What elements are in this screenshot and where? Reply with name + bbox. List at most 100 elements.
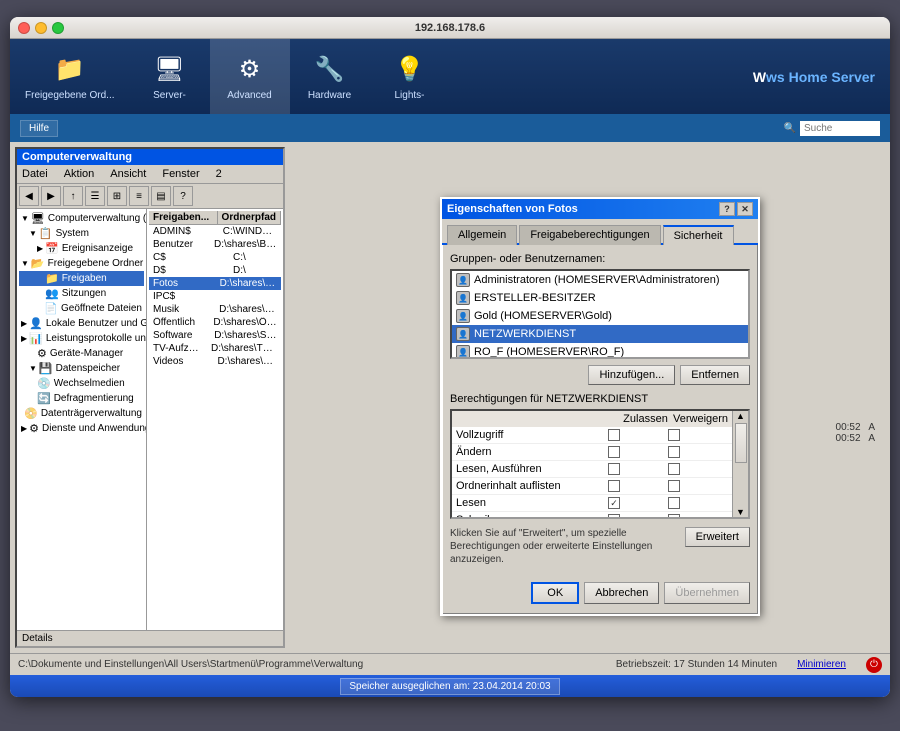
perm-aendern-deny[interactable] bbox=[668, 446, 680, 458]
tree-item-system[interactable]: ▼📋System bbox=[19, 226, 144, 241]
perm-lesen-aus-deny[interactable] bbox=[668, 463, 680, 475]
tree-item-datenspeicher[interactable]: ▼💾Datenspeicher bbox=[19, 361, 144, 376]
mac-minimize-button[interactable] bbox=[35, 22, 47, 34]
user-name-admin: Administratoren (HOMESERVER\Administrato… bbox=[474, 274, 720, 286]
tree-item-freigaben[interactable]: 📁Freigaben bbox=[19, 271, 144, 286]
tab-allgemein[interactable]: Allgemein bbox=[447, 225, 517, 245]
toolbar-back[interactable]: ◀ bbox=[19, 186, 39, 206]
tree-item-defrag[interactable]: 🔄Defragmentierung bbox=[19, 391, 144, 406]
user-item-ersteller[interactable]: 👤 ERSTELLER-BESITZER bbox=[452, 289, 748, 307]
tree-item-leistung[interactable]: ▶📊Leistungsprotokolle und War bbox=[19, 331, 144, 346]
list-row-videos[interactable]: VideosD:\shares\Videos bbox=[149, 355, 281, 368]
user-name-netzwerk: NETZWERKDIENST bbox=[474, 328, 576, 340]
tree-item-benutzer[interactable]: ▶👤Lokale Benutzer und Gruppe bbox=[19, 316, 144, 331]
list-row-oeffentlich[interactable]: ÖffentlichD:\shares\Öffentlich bbox=[149, 316, 281, 329]
user-item-admin[interactable]: 👤 Administratoren (HOMESERVER\Administra… bbox=[452, 271, 748, 289]
list-row-benutzer[interactable]: BenutzerD:\shares\Benutzer bbox=[149, 238, 281, 251]
tree-item-wechsel[interactable]: 💿Wechselmedien bbox=[19, 376, 144, 391]
add-user-button[interactable]: Hinzufügen... bbox=[588, 365, 675, 385]
tab-sicherheit[interactable]: Sicherheit bbox=[663, 225, 734, 245]
tree-item-ereignis[interactable]: ▶📅Ereignisanzeige bbox=[19, 241, 144, 256]
toolbar-item-freigaben[interactable]: 📁 Freigegebene Ord... bbox=[10, 39, 130, 114]
toolbar-item-advanced[interactable]: ⚙ Advanced bbox=[210, 39, 290, 114]
menu-datei[interactable]: Datei bbox=[19, 167, 51, 181]
perm-name-vollzugriff: Vollzugriff bbox=[456, 429, 608, 441]
taskbar-item[interactable]: Speicher ausgeglichen am: 23.04.2014 20:… bbox=[340, 678, 559, 695]
perm-lesen-allow[interactable] bbox=[608, 497, 620, 509]
tree-item-root[interactable]: ▼🖥Computerverwaltung (Lokal) bbox=[19, 211, 144, 226]
menu-aktion[interactable]: Aktion bbox=[61, 167, 98, 181]
perm-schreiben-deny[interactable] bbox=[668, 514, 680, 517]
header-freigaben[interactable]: Freigaben... bbox=[149, 211, 218, 224]
perm-ordner-allow[interactable] bbox=[608, 480, 620, 492]
list-row-d[interactable]: D$D:\ bbox=[149, 264, 281, 277]
toolbar-view4[interactable]: ▤ bbox=[151, 186, 171, 206]
tree-item-freigabe-ordner[interactable]: ▼📂Freigegebene Ordner bbox=[19, 256, 144, 271]
tree-item-geraete[interactable]: ⚙Geräte-Manager bbox=[19, 346, 144, 361]
list-row-ipc[interactable]: IPC$ bbox=[149, 290, 281, 303]
toolbar-item-hardware[interactable]: 🔧 Hardware bbox=[290, 39, 370, 114]
perm-aendern-allow[interactable] bbox=[608, 446, 620, 458]
cm-tree[interactable]: ▼🖥Computerverwaltung (Lokal) ▼📋System ▶📅… bbox=[17, 209, 147, 630]
whs-logo: Wws Home Server bbox=[753, 39, 890, 114]
tree-item-datentraeger[interactable]: 📀Datenträgerverwaltung bbox=[19, 406, 144, 421]
remove-user-button[interactable]: Entfernen bbox=[680, 365, 750, 385]
perm-lesen-aus-allow[interactable] bbox=[608, 463, 620, 475]
toolbar-forward[interactable]: ▶ bbox=[41, 186, 61, 206]
toolbar-view1[interactable]: ☰ bbox=[85, 186, 105, 206]
tree-item-dienste[interactable]: ▶⚙Dienste und Anwendungen bbox=[19, 421, 144, 436]
minimize-link[interactable]: Minimieren bbox=[797, 659, 846, 670]
apply-button[interactable]: Übernehmen bbox=[664, 582, 750, 604]
modal-help-button[interactable]: ? bbox=[719, 202, 735, 216]
scroll-thumb[interactable] bbox=[735, 423, 747, 463]
perm-lesen-deny[interactable] bbox=[668, 497, 680, 509]
advanced-icon: ⚙ bbox=[232, 51, 268, 87]
cancel-button[interactable]: Abbrechen bbox=[584, 582, 659, 604]
menu-2[interactable]: 2 bbox=[213, 167, 225, 181]
cm-toolbar: ◀ ▶ ↑ ☰ ⊞ ≡ ▤ ? bbox=[17, 184, 283, 209]
menu-fenster[interactable]: Fenster bbox=[159, 167, 202, 181]
list-row-c[interactable]: C$C:\ bbox=[149, 251, 281, 264]
window-title: 192.168.178.6 bbox=[415, 22, 485, 34]
timestamp-1: 00:52 A bbox=[836, 422, 875, 433]
toolbar-item-server[interactable]: 🖥 Server- bbox=[130, 39, 210, 114]
perm-ordner-deny[interactable] bbox=[668, 480, 680, 492]
list-row-tv[interactable]: TV-Aufzeich...D:\shares\TV-Aufze... bbox=[149, 342, 281, 355]
cm-content: ▼🖥Computerverwaltung (Lokal) ▼📋System ▶📅… bbox=[17, 209, 283, 630]
power-button[interactable]: ⏻ bbox=[866, 657, 882, 673]
tree-item-geoffnete[interactable]: 📄Geöffnete Dateien bbox=[19, 301, 144, 316]
mac-close-button[interactable] bbox=[18, 22, 30, 34]
toolbar-view3[interactable]: ≡ bbox=[129, 186, 149, 206]
user-item-netzwerk[interactable]: 👤 NETZWERKDIENST bbox=[452, 325, 748, 343]
search-input[interactable] bbox=[800, 121, 880, 136]
perm-vollzugriff-allow[interactable] bbox=[608, 429, 620, 441]
scroll-down[interactable]: ▼ bbox=[736, 507, 745, 517]
tab-freigabe[interactable]: Freigabeberechtigungen bbox=[519, 225, 660, 245]
list-row-fotos[interactable]: FotosD:\shares\Fotos bbox=[149, 277, 281, 290]
help-button[interactable]: Hilfe bbox=[20, 120, 58, 137]
toolbar-view2[interactable]: ⊞ bbox=[107, 186, 127, 206]
tree-item-sitzungen[interactable]: 👥Sitzungen bbox=[19, 286, 144, 301]
advanced-button[interactable]: Erweitert bbox=[685, 527, 750, 547]
user-list[interactable]: 👤 Administratoren (HOMESERVER\Administra… bbox=[450, 269, 750, 359]
perm-scrollbar[interactable]: ▲ ▼ bbox=[732, 411, 748, 517]
user-item-gold[interactable]: 👤 Gold (HOMESERVER\Gold) bbox=[452, 307, 748, 325]
mac-maximize-button[interactable] bbox=[52, 22, 64, 34]
header-pfad[interactable]: Ordnerpfad bbox=[218, 211, 281, 224]
toolbar-item-lights[interactable]: 💡 Lights- bbox=[370, 39, 450, 114]
perm-schreiben-allow[interactable] bbox=[608, 514, 620, 517]
toolbar-up[interactable]: ↑ bbox=[63, 186, 83, 206]
perm-name-aendern: Ändern bbox=[456, 446, 608, 458]
list-row-admin[interactable]: ADMIN$C:\WINDOWS bbox=[149, 225, 281, 238]
scroll-up[interactable]: ▲ bbox=[736, 411, 745, 421]
menu-ansicht[interactable]: Ansicht bbox=[107, 167, 149, 181]
toolbar-help[interactable]: ? bbox=[173, 186, 193, 206]
list-row-software[interactable]: SoftwareD:\shares\Software bbox=[149, 329, 281, 342]
perm-vollzugriff-deny[interactable] bbox=[668, 429, 680, 441]
modal-title-buttons: ? ✕ bbox=[719, 202, 753, 216]
ok-button[interactable]: OK bbox=[531, 582, 579, 604]
list-row-musik[interactable]: MusikD:\shares\Musik bbox=[149, 303, 281, 316]
perm-row-ordner: Ordnerinhalt auflisten bbox=[452, 478, 732, 495]
modal-close-button[interactable]: ✕ bbox=[737, 202, 753, 216]
user-item-rof[interactable]: 👤 RO_F (HOMESERVER\RO_F) bbox=[452, 343, 748, 359]
